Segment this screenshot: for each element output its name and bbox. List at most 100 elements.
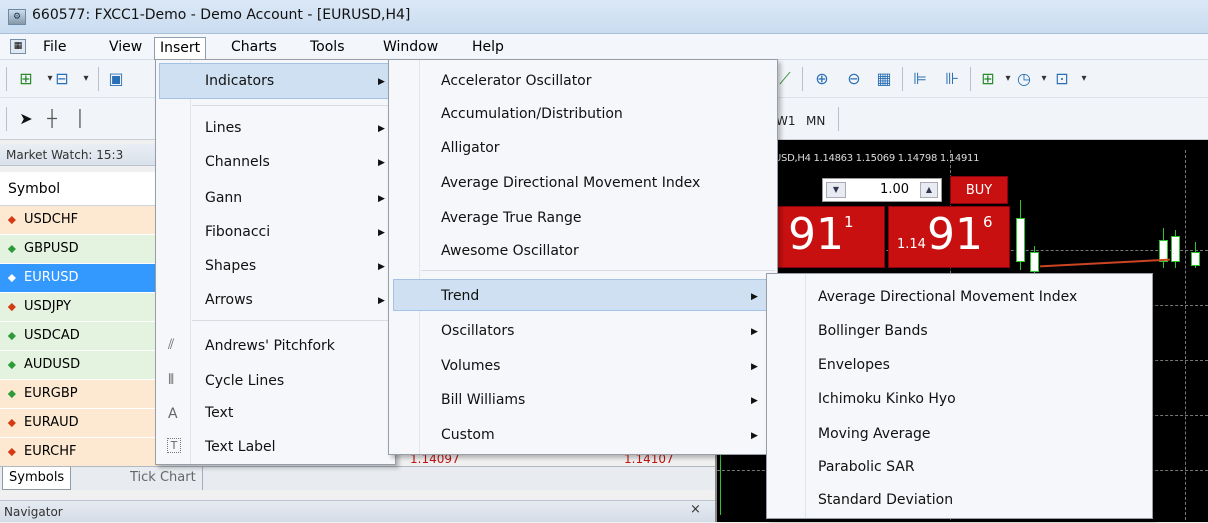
grid-line — [1185, 150, 1186, 520]
market-watch-icon[interactable]: ▣ — [104, 68, 128, 90]
menu-window[interactable]: Window — [378, 37, 443, 58]
symbol-row[interactable]: ⬥ EURCHF — [0, 438, 160, 467]
system-menu-icon[interactable]: ▦ — [10, 39, 26, 54]
symbol-column-header[interactable]: Symbol — [0, 172, 160, 206]
timeframe-w1[interactable]: W1 — [776, 114, 796, 128]
menu-view[interactable]: View — [104, 37, 147, 58]
sell-price-sup: 1 — [844, 213, 854, 231]
menu-item-envelopes[interactable]: Envelopes — [818, 357, 890, 373]
menu-item-trend[interactable]: Trend — [441, 288, 479, 304]
autoscroll-icon[interactable]: ⊪ — [940, 68, 964, 90]
menu-item-text[interactable]: Text — [205, 405, 233, 421]
menu-item-channels[interactable]: Channels — [205, 154, 270, 170]
cycle-lines-icon: ⦀ — [168, 372, 175, 388]
tab-symbols[interactable]: Symbols — [2, 467, 72, 490]
submenu-arrow-icon: ▶ — [751, 327, 758, 337]
menu-item-text-label[interactable]: Text Label — [205, 439, 276, 455]
navigator-header: Navigator — [0, 500, 715, 522]
cursor-icon[interactable]: ➤ — [14, 108, 38, 130]
submenu-arrow-icon: ▶ — [751, 431, 758, 441]
submenu-arrow-icon: ▶ — [378, 124, 385, 134]
menu-item-gann[interactable]: Gann — [205, 190, 242, 206]
text-label-icon: T — [167, 438, 181, 453]
chart-shift-icon[interactable]: ⊫ — [908, 68, 932, 90]
chevron-down-icon[interactable]: ▼ — [826, 182, 846, 198]
menu-item-indicators[interactable]: Indicators — [205, 73, 274, 89]
up-arrow-icon: ⬥ — [8, 358, 16, 371]
close-icon[interactable]: × — [690, 502, 701, 517]
profiles-icon[interactable]: ⊟ — [50, 68, 74, 90]
menu-item-ichimoku[interactable]: Ichimoku Kinko Hyo — [818, 391, 956, 407]
symbol-row[interactable]: ⬥ EURGBP — [0, 380, 160, 409]
menu-item-accelerator-oscillator[interactable]: Accelerator Oscillator — [441, 73, 592, 89]
menu-item-volumes[interactable]: Volumes — [441, 358, 500, 374]
buy-price-prefix: 1.14 — [897, 237, 926, 252]
menu-tools[interactable]: Tools — [305, 37, 350, 58]
trend-menu: Average Directional Movement Index Bolli… — [766, 273, 1153, 519]
menu-item-accumulation-distribution[interactable]: Accumulation/Distribution — [441, 106, 623, 122]
menu-item-admi[interactable]: Average Directional Movement Index — [441, 175, 700, 191]
templates-icon[interactable]: ⊡ — [1050, 68, 1074, 90]
up-arrow-icon: ⬥ — [8, 242, 16, 255]
menu-item-custom[interactable]: Custom — [441, 427, 495, 443]
timeframe-mn[interactable]: MN — [806, 114, 825, 128]
menu-item-lines[interactable]: Lines — [205, 120, 241, 136]
tab-tick-chart[interactable]: Tick Chart — [124, 467, 203, 490]
tile-windows-icon[interactable]: ▦ — [872, 68, 896, 90]
submenu-arrow-icon: ▶ — [378, 194, 385, 204]
symbol-row[interactable]: ⬥ EURAUD — [0, 409, 160, 438]
menu-item-moving-average[interactable]: Moving Average — [818, 426, 931, 442]
zoom-out-icon[interactable]: ⊖ — [842, 68, 866, 90]
menu-file[interactable]: File — [38, 37, 71, 58]
symbol-row[interactable]: ⬥ USDCAD — [0, 322, 160, 351]
menu-item-arrows[interactable]: Arrows — [205, 292, 253, 308]
crosshair-icon[interactable]: ┼ — [40, 108, 64, 130]
insert-menu: Indicators ▶ Lines ▶ Channels ▶ Gann ▶ F… — [155, 59, 396, 465]
menu-item-bill-williams[interactable]: Bill Williams — [441, 392, 525, 408]
symbol-row[interactable]: ⬥ AUDUSD — [0, 351, 160, 380]
zoom-in-icon[interactable]: ⊕ — [810, 68, 834, 90]
menu-item-shapes[interactable]: Shapes — [205, 258, 256, 274]
menu-item-cycle-lines[interactable]: Cycle Lines — [205, 373, 284, 389]
candle — [1171, 236, 1180, 262]
menu-item-standard-deviation[interactable]: Standard Deviation — [818, 492, 953, 508]
buy-price-sup: 6 — [983, 213, 993, 231]
menu-item-awesome-oscillator[interactable]: Awesome Oscillator — [441, 243, 579, 259]
menu-item-bollinger-bands[interactable]: Bollinger Bands — [818, 323, 928, 339]
submenu-arrow-icon: ▶ — [378, 77, 385, 87]
menu-item-fibonacci[interactable]: Fibonacci — [205, 224, 270, 240]
candle — [1016, 218, 1025, 262]
menu-charts[interactable]: Charts — [226, 37, 282, 58]
symbol-name: EURCHF — [24, 444, 77, 459]
candle-wick — [720, 455, 721, 515]
sell-price-panel[interactable]: 91 1 — [775, 206, 885, 268]
symbol-row[interactable]: ⬥ USDJPY — [0, 293, 160, 322]
app-icon[interactable]: ⚙ — [8, 9, 26, 25]
dropdown-icon[interactable]: ▾ — [74, 68, 98, 90]
market-watch-tabs: Symbols Tick Chart — [0, 466, 715, 490]
buy-button[interactable]: BUY — [950, 176, 1008, 204]
buy-price-panel[interactable]: 1.14 91 6 — [888, 206, 1010, 268]
menu-item-oscillators[interactable]: Oscillators — [441, 323, 514, 339]
menu-help[interactable]: Help — [467, 37, 509, 58]
menu-item-andrews-pitchfork[interactable]: Andrews' Pitchfork — [205, 338, 335, 354]
symbol-name: EURGBP — [24, 386, 78, 401]
symbol-row[interactable]: ⬥ USDCHF — [0, 206, 160, 235]
new-chart-icon[interactable]: ⊞ — [14, 68, 38, 90]
menu-insert[interactable]: Insert — [154, 37, 207, 60]
chart-info-text: USD,H4 1.14863 1.15069 1.14798 1.14911 — [774, 153, 980, 164]
menu-item-alligator[interactable]: Alligator — [441, 140, 500, 156]
dropdown-icon[interactable]: ▾ — [1072, 68, 1096, 90]
vertical-line-icon[interactable]: │ — [68, 108, 92, 130]
chevron-up-icon[interactable]: ▲ — [920, 182, 938, 198]
buy-price-big: 91 — [927, 209, 983, 260]
symbol-name: GBPUSD — [24, 241, 79, 256]
symbol-row[interactable]: ⬥ GBPUSD — [0, 235, 160, 264]
menu-item-average-true-range[interactable]: Average True Range — [441, 210, 582, 226]
down-arrow-icon: ⬥ — [8, 445, 16, 458]
submenu-arrow-icon: ▶ — [751, 292, 758, 302]
symbol-name: EURAUD — [24, 415, 79, 430]
symbol-row[interactable]: ⬥ EURUSD — [0, 264, 160, 293]
menu-item-parabolic-sar[interactable]: Parabolic SAR — [818, 459, 915, 475]
menu-item-trend-admi[interactable]: Average Directional Movement Index — [818, 289, 1077, 305]
